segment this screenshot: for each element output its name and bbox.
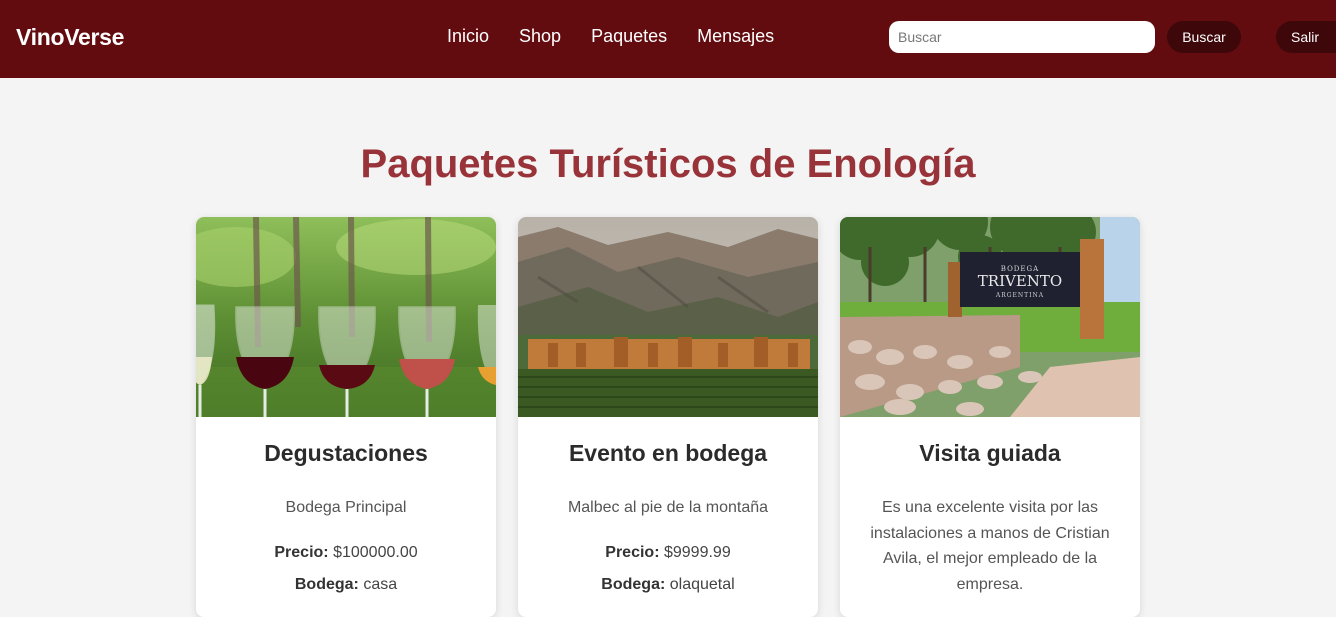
nav-link-shop[interactable]: Shop <box>519 26 561 47</box>
nav-link-paquetes[interactable]: Paquetes <box>591 26 667 47</box>
package-card-visita[interactable]: BODEGA TRIVENTO ARGENTINA Visita guiada … <box>840 217 1140 617</box>
bodega-value: olaquetal <box>669 575 735 593</box>
card-description: Bodega Principal <box>285 499 407 516</box>
logout-button[interactable]: Salir <box>1276 21 1336 53</box>
brand-logo[interactable]: VinoVerse <box>16 24 124 51</box>
price-label: Precio: <box>605 543 660 561</box>
bodega-label: Bodega: <box>294 575 359 593</box>
price-value: $9999.99 <box>663 543 731 561</box>
sign-sub-text: ARGENTINA <box>995 292 1044 299</box>
winery-mountains-image <box>518 217 818 417</box>
page-title: Paquetes Turísticos de Enología <box>360 142 976 186</box>
nav-link-mensajes[interactable]: Mensajes <box>697 26 774 47</box>
sign-main-text: TRIVENTO <box>978 272 1062 290</box>
card-title: Visita guiada <box>919 440 1061 466</box>
card-title: Evento en bodega <box>568 440 768 466</box>
trivento-sign-image: BODEGA TRIVENTO ARGENTINA <box>840 217 1140 417</box>
bodega-label: Bodega: <box>601 575 666 593</box>
nav-link-inicio[interactable]: Inicio <box>447 26 489 47</box>
price-value: $100000.00 <box>333 543 418 561</box>
card-bodega: Bodega: casa <box>196 576 496 594</box>
navbar: VinoVerse Inicio Shop Paquetes Mensajes … <box>0 0 1336 78</box>
wine-glasses-image <box>196 217 496 417</box>
card-bodega: Bodega: olaquetal <box>518 576 818 594</box>
search-input[interactable] <box>889 21 1155 53</box>
card-price: Precio: $9999.99 <box>518 544 818 562</box>
card-description: Es una excelente visita por las instalac… <box>870 499 1110 593</box>
bodega-value: casa <box>363 575 398 593</box>
price-label: Precio: <box>274 543 329 561</box>
package-card-degustaciones[interactable]: Degustaciones Bodega Principal Precio: $… <box>196 217 496 617</box>
nav-links: Inicio Shop Paquetes Mensajes <box>447 26 774 47</box>
package-card-evento[interactable]: Evento en bodega Malbec al pie de la mon… <box>518 217 818 617</box>
card-description: Malbec al pie de la montaña <box>567 499 769 516</box>
card-title: Degustaciones <box>264 440 428 466</box>
card-price: Precio: $100000.00 <box>196 544 496 562</box>
search-button[interactable]: Buscar <box>1167 21 1241 53</box>
